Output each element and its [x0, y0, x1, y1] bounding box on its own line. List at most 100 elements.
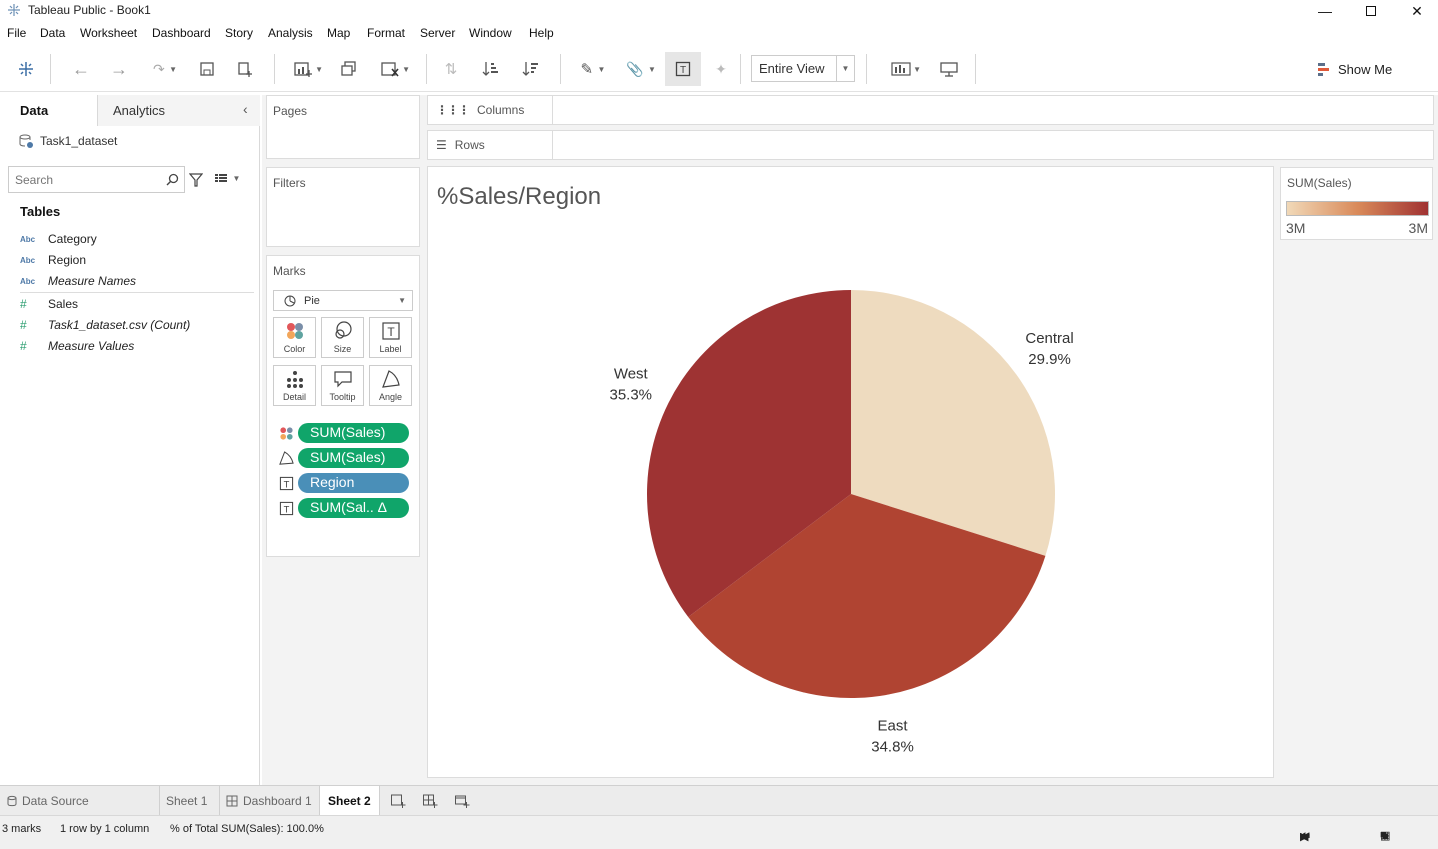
field-measure-values[interactable]: # Measure Values — [20, 337, 134, 355]
group-members-button[interactable]: 📎 ▼ — [620, 56, 662, 82]
pie-icon — [284, 295, 296, 306]
menu-server[interactable]: Server — [420, 26, 455, 40]
color-mark-button[interactable]: Color — [273, 317, 316, 358]
label-icon: T — [675, 61, 691, 77]
svg-text:T: T — [387, 325, 395, 339]
new-dashboard-tab-button[interactable] — [416, 786, 444, 816]
chevron-down-icon: ▼ — [643, 64, 656, 74]
fix-axes-button[interactable]: ✦ — [710, 56, 732, 82]
tab-data[interactable]: Data — [0, 95, 98, 126]
search-input[interactable] — [9, 167, 159, 192]
size-mark-button[interactable]: Size — [321, 317, 364, 358]
replay-button[interactable]: ↷ ▼ — [146, 56, 184, 82]
label-mark-button[interactable]: T Label — [369, 317, 412, 358]
angle-encoding-icon — [279, 451, 294, 465]
show-me-button[interactable]: Show Me — [1316, 56, 1406, 82]
columns-shelf[interactable]: ⋮⋮⋮ Columns — [427, 95, 1434, 125]
swap-rows-columns-button[interactable]: ⇅ — [440, 56, 462, 82]
menu-dashboard[interactable]: Dashboard — [152, 26, 211, 40]
fit-mode-dropdown[interactable]: Entire View ▼ — [751, 55, 855, 82]
menu-map[interactable]: Map — [327, 26, 350, 40]
title-bar: Tableau Public - Book1 — ✕ — [0, 0, 1438, 22]
tab-sheet-2[interactable]: Sheet 2 — [320, 786, 380, 816]
maximize-button[interactable] — [1348, 0, 1394, 22]
tab-dashboard-1[interactable]: Dashboard 1 — [220, 786, 320, 816]
menu-help[interactable]: Help — [529, 26, 554, 40]
new-worksheet-button[interactable]: ▼ — [288, 56, 328, 82]
redo-button[interactable]: → — [108, 56, 130, 82]
minimize-button[interactable]: — — [1302, 0, 1348, 22]
close-button[interactable]: ✕ — [1394, 0, 1438, 22]
angle-mark-button[interactable]: Angle — [369, 365, 412, 406]
field-category[interactable]: Abc Category — [20, 230, 97, 248]
menu-file[interactable]: File — [7, 26, 26, 40]
collapse-pane-icon[interactable]: ‹ — [243, 101, 248, 117]
tabs-view-icon[interactable]: ■ — [1380, 829, 1387, 841]
menu-format[interactable]: Format — [367, 26, 405, 40]
new-story-tab-button[interactable] — [448, 786, 476, 816]
toolbar-separator — [426, 54, 427, 84]
tab-sheet-2-label: Sheet 2 — [328, 794, 371, 808]
presentation-mode-button[interactable] — [938, 56, 960, 82]
pages-shelf[interactable]: Pages — [266, 95, 420, 159]
legend-title: SUM(Sales) — [1287, 176, 1352, 190]
field-label: Measure Values — [48, 339, 135, 353]
tooltip-mark-button[interactable]: Tooltip — [321, 365, 364, 406]
undo-button[interactable]: ← — [70, 56, 92, 82]
menu-worksheet[interactable]: Worksheet — [80, 26, 137, 40]
fit-mode-value: Entire View — [759, 61, 825, 76]
field-search-box[interactable] — [8, 166, 185, 193]
new-worksheet-tab-button[interactable] — [384, 786, 412, 816]
field-record-count[interactable]: # Task1_dataset.csv (Count) — [20, 316, 190, 334]
tab-analytics[interactable]: Analytics — [98, 95, 260, 126]
tableau-home-button[interactable] — [14, 56, 38, 82]
view-options-button[interactable]: ▼ — [214, 172, 240, 184]
pill-color-sum-sales[interactable]: SUM(Sales) — [298, 423, 409, 443]
menu-story[interactable]: Story — [225, 26, 253, 40]
color-legend[interactable]: SUM(Sales) 3M 3M — [1280, 167, 1433, 240]
field-sales[interactable]: # Sales — [20, 295, 78, 313]
menu-analysis[interactable]: Analysis — [268, 26, 313, 40]
chevron-down-icon: ▼ — [312, 64, 324, 74]
filter-icon[interactable] — [189, 173, 203, 187]
tables-heading: Tables — [20, 204, 61, 219]
rows-shelf[interactable]: ☰ Rows — [427, 130, 1434, 160]
datasource-item[interactable]: Task1_dataset — [18, 133, 117, 149]
label-encoding-icon: T — [279, 501, 294, 516]
mark-type-dropdown[interactable]: Pie ▼ — [273, 290, 413, 311]
menu-window[interactable]: Window — [469, 26, 512, 40]
clear-sheet-button[interactable]: ▼ — [374, 56, 416, 82]
show-cards-button[interactable]: ▼ — [886, 56, 926, 82]
presentation-icon — [940, 62, 958, 77]
new-datasource-button[interactable] — [234, 56, 256, 82]
add-datasource-icon — [238, 62, 252, 77]
pill-angle-sum-sales[interactable]: SUM(Sales) — [298, 448, 409, 468]
tab-data-source[interactable]: Data Source — [0, 786, 160, 816]
slice-label-central: Central — [1025, 330, 1073, 347]
field-measure-names[interactable]: Abc Measure Names — [20, 272, 136, 290]
last-sheet-icon[interactable]: ⏭ — [1300, 830, 1310, 843]
menu-data[interactable]: Data — [40, 26, 65, 40]
detail-mark-button[interactable]: Detail — [273, 365, 316, 406]
show-mark-labels-button[interactable]: T — [665, 52, 701, 86]
new-sheet-icon — [391, 794, 406, 808]
filters-shelf[interactable]: Filters — [266, 167, 420, 247]
view-canvas[interactable]: %Sales/Region Central 29.9% East 34.8% West 3… — [427, 166, 1274, 778]
pill-label-sum-sales-percent[interactable]: SUM(Sal.. Δ — [298, 498, 409, 518]
sort-descending-button[interactable] — [520, 56, 542, 82]
slice-label-east: East — [878, 717, 909, 734]
tab-dashboard-1-label: Dashboard 1 — [243, 794, 312, 808]
pill-label-region[interactable]: Region — [298, 473, 409, 493]
sort-ascending-button[interactable] — [480, 56, 502, 82]
duplicate-sheet-button[interactable] — [338, 56, 360, 82]
highlight-button[interactable]: ✎ ▼ — [574, 56, 612, 82]
window-title: Tableau Public - Book1 — [28, 3, 151, 17]
tab-sheet-1[interactable]: Sheet 1 — [160, 786, 220, 816]
pie-chart[interactable]: %Sales/Region Central 29.9% East 34.8% West 3… — [428, 167, 1275, 779]
chevron-down-icon: ▼ — [228, 173, 241, 183]
save-button[interactable] — [196, 56, 218, 82]
field-region[interactable]: Abc Region — [20, 251, 86, 269]
tableau-logo-icon — [19, 62, 33, 76]
chevron-down-icon: ▼ — [910, 64, 922, 74]
dimension-type-icon: Abc — [20, 255, 36, 265]
